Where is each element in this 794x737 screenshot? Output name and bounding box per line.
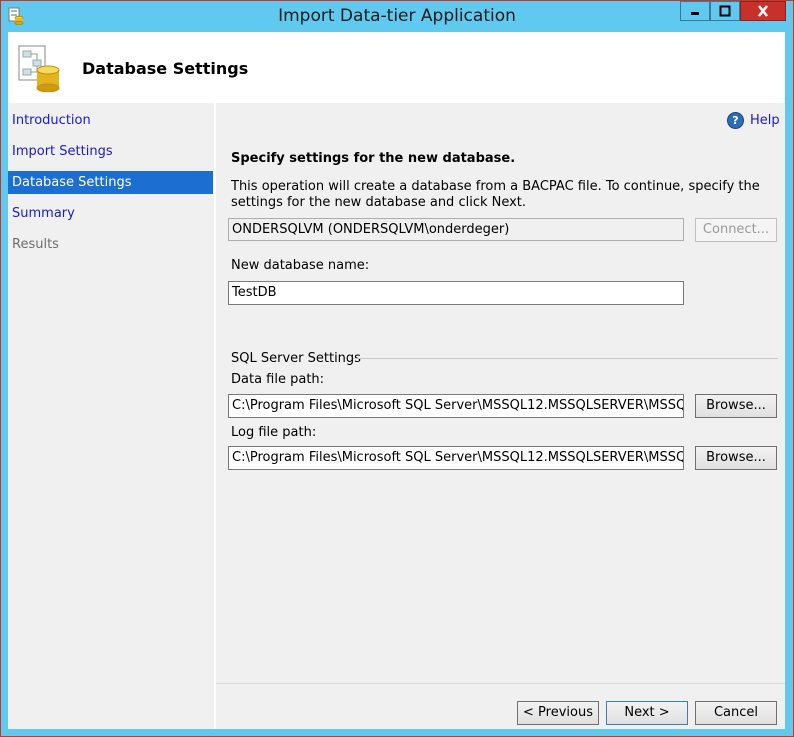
wizard-footer: < Previous Next > Cancel [216, 683, 785, 729]
dialog-window: Import Data-tier Application Database Se… [0, 0, 794, 737]
help-label: Help [750, 113, 780, 128]
new-database-name-label: New database name: [231, 258, 370, 273]
nav-item-results: Results [12, 237, 59, 252]
new-database-name-input[interactable]: TestDB [228, 281, 684, 305]
next-button[interactable]: Next > [606, 701, 688, 725]
page-title: Database Settings [82, 59, 249, 78]
nav-item-database-settings[interactable]: Database Settings [8, 171, 213, 194]
maximize-button[interactable] [710, 1, 740, 21]
nav-item-summary[interactable]: Summary [8, 202, 213, 225]
nav-item-introduction[interactable]: Introduction [8, 109, 213, 132]
section-heading: Specify settings for the new database. [231, 151, 516, 166]
minimize-icon [691, 12, 699, 15]
close-button[interactable] [740, 1, 786, 21]
help-icon: ? [727, 112, 744, 129]
minimize-button[interactable] [680, 1, 710, 21]
log-file-path-input[interactable]: C:\Program Files\Microsoft SQL Server\MS… [228, 446, 684, 470]
dialog-client: Database Settings Introduction Import Se… [8, 32, 785, 729]
nav-item-import-settings[interactable]: Import Settings [8, 140, 213, 163]
data-file-path-input[interactable]: C:\Program Files\Microsoft SQL Server\MS… [228, 394, 684, 418]
connect-button: Connect... [695, 218, 777, 242]
close-icon [758, 5, 768, 17]
cancel-button[interactable]: Cancel [695, 701, 777, 725]
server-connection-field: ONDERSQLVM (ONDERSQLVM\onderdeger) [228, 218, 684, 241]
browse-log-path-button[interactable]: Browse... [695, 446, 777, 470]
title-bar[interactable]: Import Data-tier Application [1, 1, 793, 32]
settings-panel: ? Help Specify settings for the new data… [216, 103, 785, 683]
data-file-path-label: Data file path: [231, 372, 325, 387]
page-header: Database Settings [8, 32, 785, 102]
sql-server-settings-group-label: SQL Server Settings [231, 351, 361, 366]
group-separator [353, 358, 778, 359]
database-settings-icon [18, 45, 60, 92]
description-text: This operation will create a database fr… [231, 179, 760, 210]
previous-button[interactable]: < Previous [517, 701, 599, 725]
window-title: Import Data-tier Application [278, 6, 516, 26]
maximize-icon [719, 5, 731, 17]
log-file-path-label: Log file path: [231, 425, 317, 440]
help-link[interactable]: ? Help [727, 112, 780, 129]
wizard-nav: Introduction Import Settings Database Se… [8, 103, 214, 729]
browse-data-path-button[interactable]: Browse... [695, 394, 777, 418]
